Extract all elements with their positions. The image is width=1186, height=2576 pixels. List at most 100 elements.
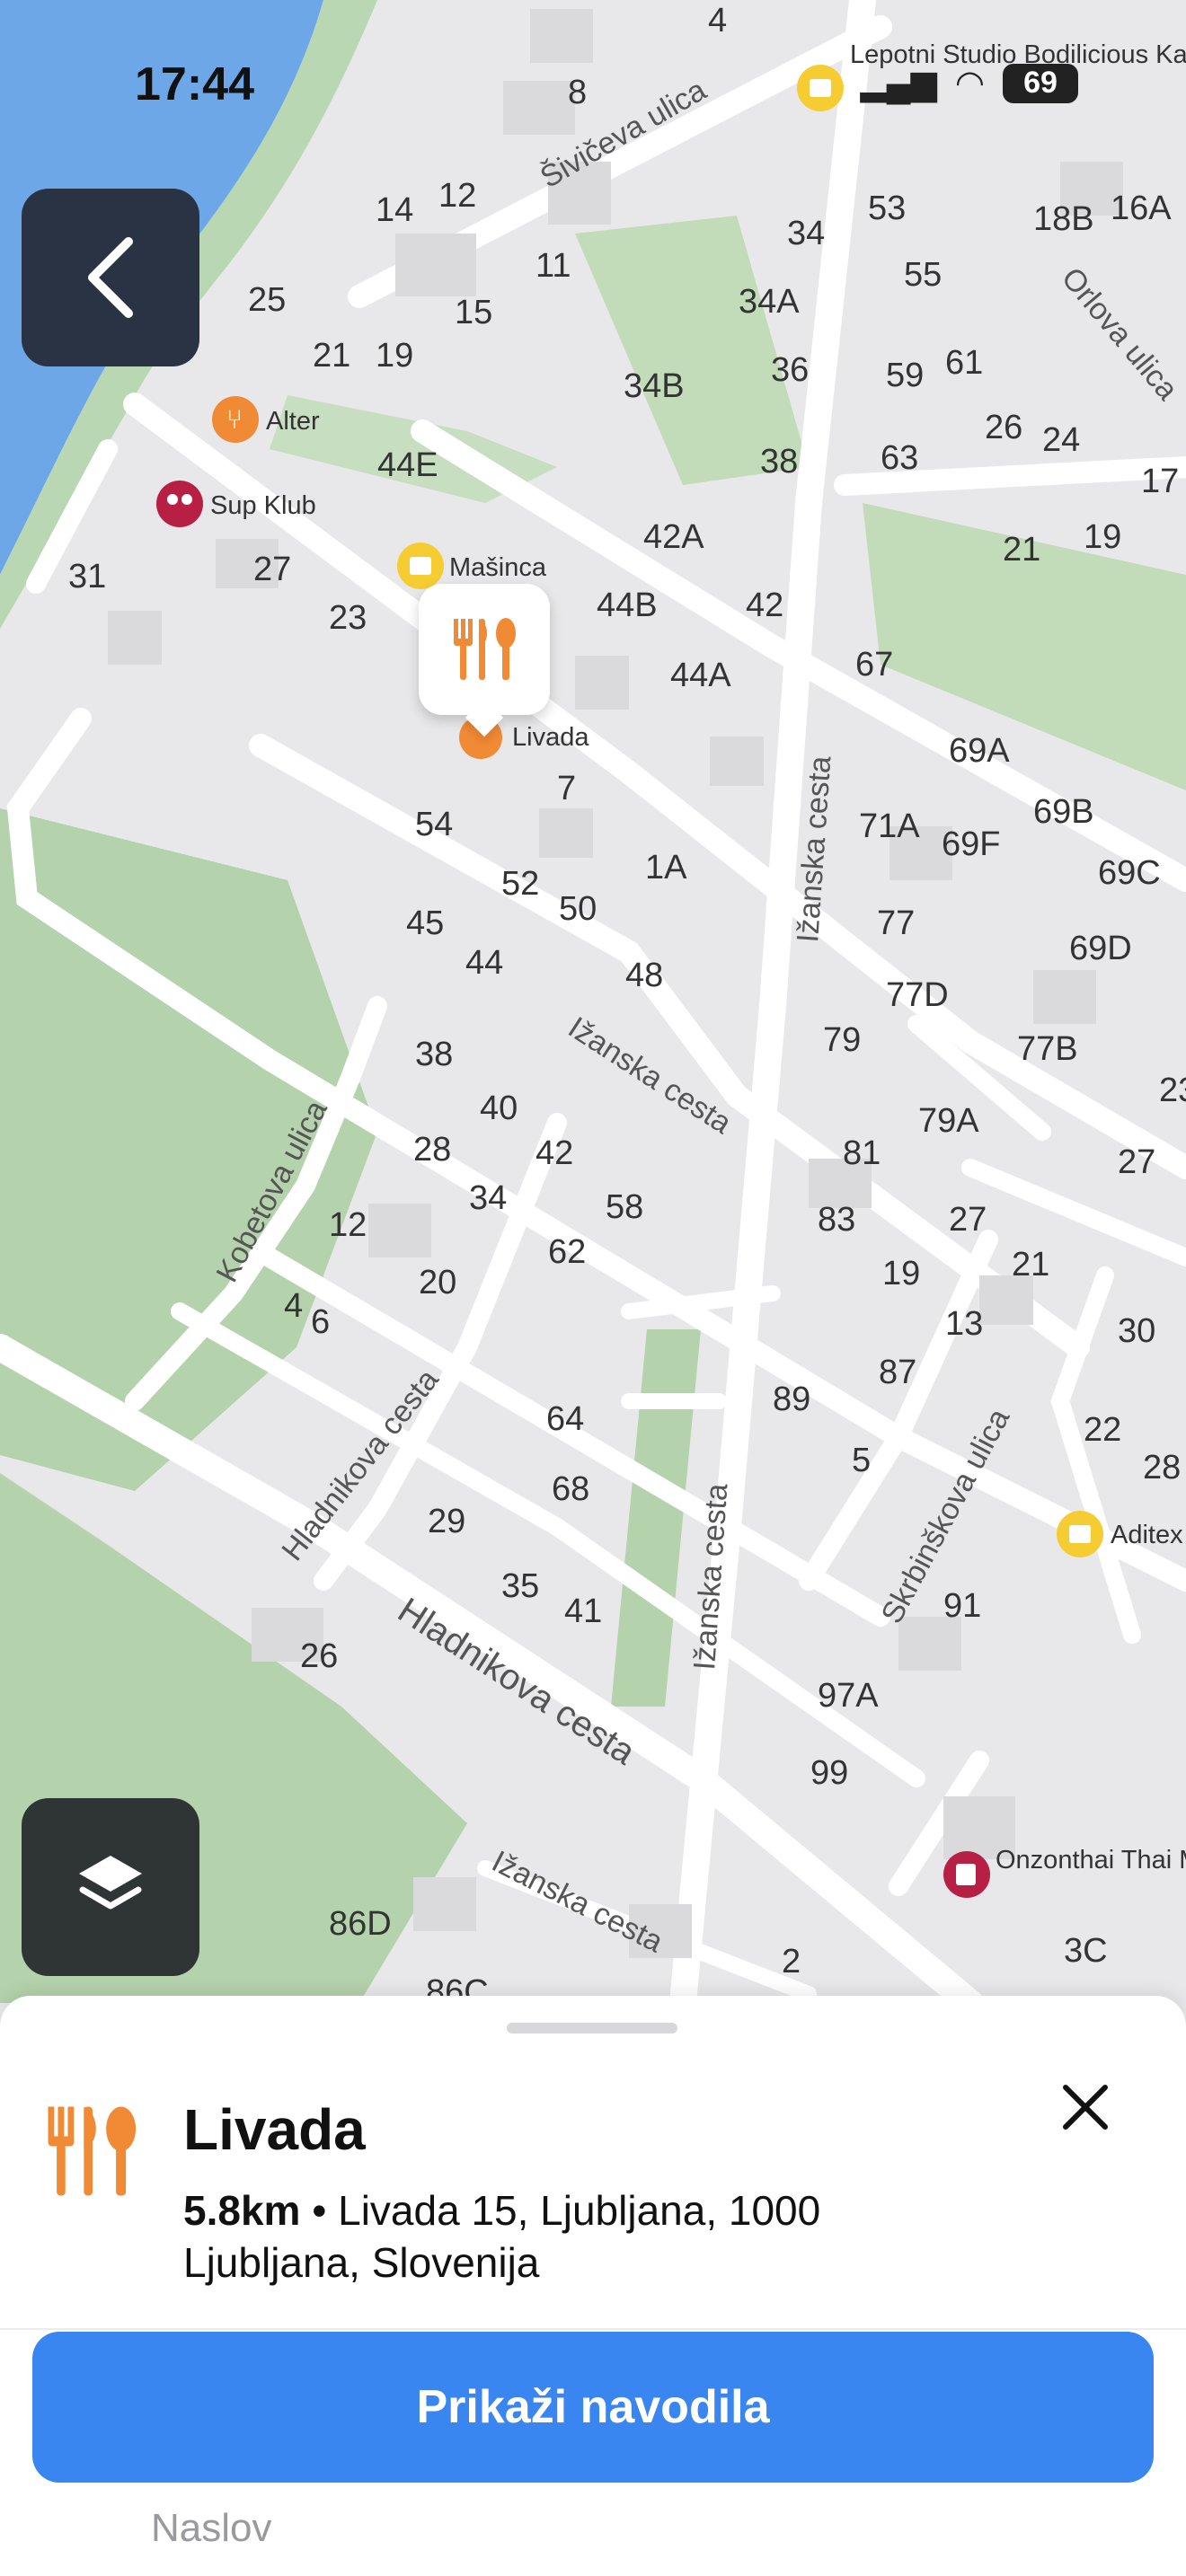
chevron-left-icon: [88, 237, 133, 318]
house-number: 26: [985, 409, 1022, 446]
house-number: 67: [855, 646, 893, 684]
house-number: 1A: [645, 849, 687, 887]
house-number: 42A: [643, 518, 704, 556]
poi-label: Mašinca: [449, 553, 547, 582]
status-time: 17:44: [135, 58, 254, 110]
house-number: 69B: [1033, 793, 1094, 831]
restaurant-icon: [454, 618, 516, 680]
house-number: 53: [868, 190, 906, 227]
signal-icon: ▂▄▆: [860, 65, 937, 102]
battery-indicator: 69: [1003, 63, 1078, 103]
house-number: 44B: [597, 587, 658, 624]
house-number: 7: [557, 770, 576, 807]
place-address-line: 5.8km • Livada 15, Ljubljana, 1000 Ljubl…: [183, 2184, 992, 2289]
house-number: 34A: [739, 283, 800, 321]
house-number: 91: [943, 1587, 981, 1625]
selected-restaurant-marker[interactable]: [419, 584, 550, 715]
house-number: 17: [1141, 463, 1179, 500]
house-number: 69A: [949, 732, 1010, 770]
house-number: 87: [879, 1354, 916, 1391]
house-number: 12: [329, 1206, 367, 1244]
wifi-icon: ◠: [954, 65, 985, 102]
poi-label: Alter: [266, 407, 320, 436]
house-number: 77D: [886, 976, 949, 1014]
house-number: 97A: [818, 1677, 879, 1715]
house-number: 4: [284, 1287, 303, 1325]
house-number: 64: [546, 1400, 584, 1438]
house-number: 16A: [1111, 190, 1172, 227]
poi-label: Onzonthai Thai Massage: [996, 1846, 1186, 1875]
close-button[interactable]: [1026, 2048, 1145, 2166]
house-number: 30: [1118, 1312, 1155, 1350]
close-icon: [1063, 2085, 1108, 2130]
house-number: 35: [501, 1567, 539, 1605]
poi-label: Aditex: [1111, 1521, 1183, 1549]
house-number: 25: [248, 281, 286, 319]
house-number: 44E: [377, 446, 438, 484]
house-number: 89: [773, 1381, 810, 1418]
house-number: 3C: [1064, 1932, 1108, 1970]
poi-label: Sup Klub: [210, 491, 316, 520]
house-number: 77B: [1017, 1030, 1078, 1068]
house-number: 42: [535, 1134, 573, 1172]
house-number: 22: [1084, 1411, 1121, 1449]
svg-text:⑂: ⑂: [226, 405, 243, 435]
house-number: 23: [329, 599, 367, 637]
house-number: 19: [1084, 518, 1121, 556]
separator: •: [312, 2187, 327, 2234]
house-number: 36: [771, 351, 809, 389]
house-number: 11: [535, 247, 571, 285]
layers-icon: [79, 1856, 142, 1910]
house-number: 77: [877, 904, 915, 942]
house-number: 15: [455, 294, 492, 331]
poi-label: Livada: [512, 723, 589, 752]
house-number: 12: [438, 177, 476, 215]
house-number: 63: [881, 439, 918, 477]
house-number: 40: [480, 1090, 518, 1127]
house-number: 27: [1118, 1143, 1155, 1181]
house-number: 21: [313, 337, 350, 375]
place-distance: 5.8km: [183, 2187, 301, 2234]
house-number: 59: [886, 357, 924, 394]
house-number: 21: [1003, 531, 1040, 569]
house-number: 26: [300, 1637, 338, 1675]
house-number: 38: [760, 443, 798, 481]
house-number: 14: [376, 191, 413, 229]
place-details-sheet: Livada 5.8km • Livada 15, Ljubljana, 100…: [0, 1996, 1186, 2576]
house-number: 38: [415, 1036, 453, 1073]
house-number: 19: [882, 1255, 920, 1292]
house-number: 23: [1159, 1072, 1186, 1109]
house-number: 50: [559, 890, 597, 928]
house-number: 41: [564, 1592, 602, 1630]
house-number: 83: [818, 1201, 855, 1239]
show-directions-button[interactable]: Prikaži navodila: [32, 2332, 1154, 2483]
house-number: 62: [548, 1233, 586, 1271]
house-number: 68: [552, 1470, 589, 1508]
house-number: 4: [708, 2, 727, 40]
house-number: 61: [945, 344, 983, 382]
house-number: 34: [787, 215, 825, 252]
house-number: 18B: [1033, 200, 1094, 238]
address-section-label: Naslov: [151, 2506, 272, 2550]
house-number: 79: [823, 1021, 861, 1059]
restaurant-icon: [48, 2106, 137, 2196]
house-number: 24: [1042, 421, 1080, 459]
place-name: Livada: [183, 2097, 366, 2162]
map-layers-button[interactable]: [22, 1798, 199, 1976]
house-number: 42: [746, 587, 783, 624]
house-number: 86D: [329, 1905, 392, 1943]
house-number: 6: [311, 1303, 330, 1341]
house-number: 54: [415, 806, 453, 843]
house-number: 27: [253, 551, 291, 588]
house-number: 71A: [859, 807, 920, 845]
house-number: 5: [852, 1442, 871, 1479]
house-number: 34: [469, 1179, 507, 1217]
house-number: 69D: [1069, 930, 1132, 967]
house-number: 69C: [1098, 854, 1161, 892]
house-number: 21: [1012, 1246, 1049, 1284]
back-button[interactable]: [22, 189, 199, 366]
house-number: 19: [376, 337, 413, 375]
house-number: 44: [465, 944, 503, 982]
status-icons: ▂▄▆ ◠ 69: [860, 63, 1078, 103]
sheet-drag-handle[interactable]: [507, 2023, 677, 2033]
